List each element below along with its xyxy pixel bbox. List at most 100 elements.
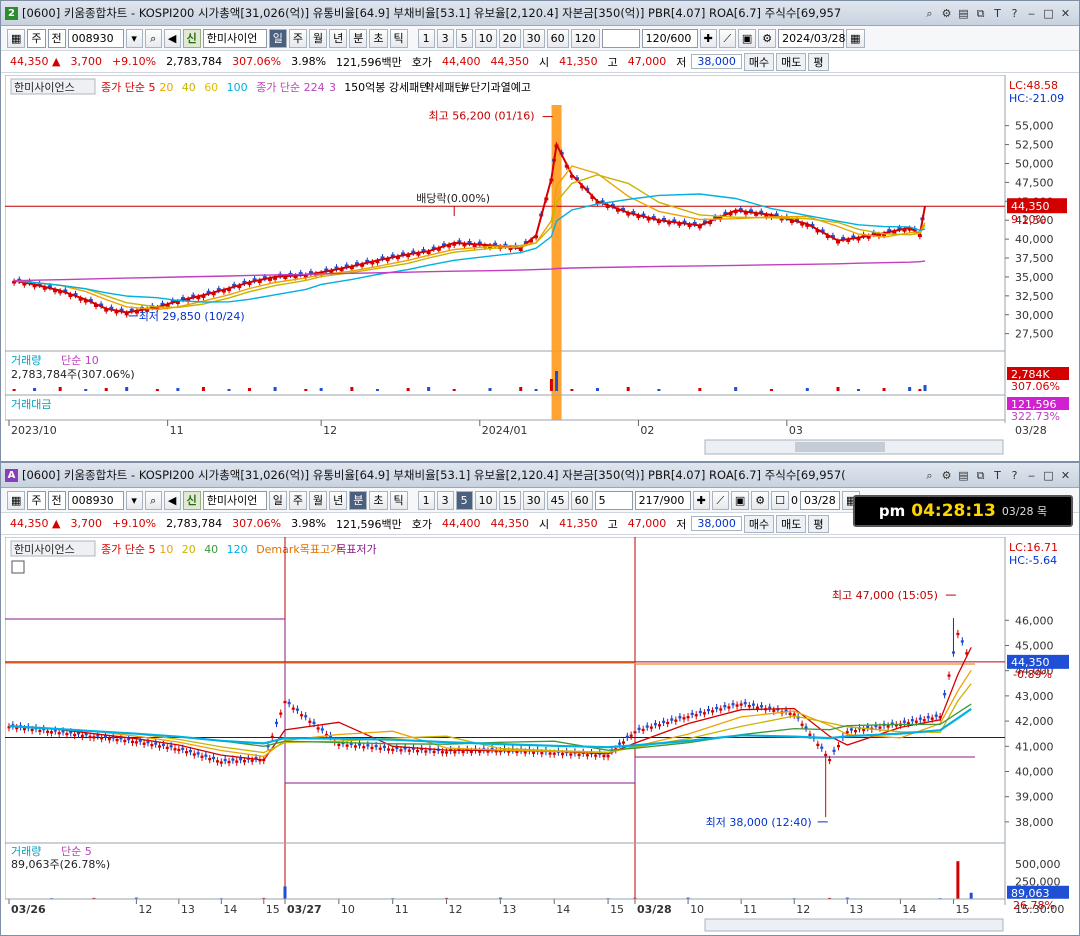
bid-price: 44,350 <box>490 55 530 68</box>
search-icon[interactable]: ⌕ <box>922 468 937 483</box>
gear-icon[interactable]: ⚙ <box>758 28 777 48</box>
candle-body <box>291 707 295 710</box>
period-month-button[interactable]: 월 <box>309 490 328 510</box>
interval-button[interactable]: 5 <box>455 490 473 510</box>
scrollbar[interactable] <box>704 918 1004 932</box>
candle-body <box>922 719 926 722</box>
close-icon[interactable]: ✕ <box>1058 6 1073 21</box>
checkbox[interactable]: ☐ <box>771 490 790 510</box>
search-icon[interactable]: ⌕ <box>144 28 162 48</box>
period-week-button[interactable]: 주 <box>288 490 308 510</box>
interval-button[interactable]: 10 <box>474 28 497 48</box>
date-input[interactable]: 2024/03/28 <box>778 28 846 48</box>
toolbar-grid-icon[interactable]: ▦ <box>7 490 26 510</box>
code-dropdown-icon[interactable]: ▾ <box>125 28 143 48</box>
maximize-icon[interactable]: □ <box>1041 6 1056 21</box>
maximize-icon[interactable]: □ <box>1041 468 1056 483</box>
minimize-icon[interactable]: ‒ <box>1024 468 1039 483</box>
tool-icon[interactable]: ✚ <box>699 28 717 48</box>
daily-candlestick-chart[interactable]: 한미사이언스 종가 단순 5 20 40 60 100 종가 단순 224 3 150억봉 강세… <box>5 75 1073 460</box>
period-year-button[interactable]: 년 <box>329 490 348 510</box>
copy-icon[interactable]: ⧉ <box>973 468 988 483</box>
font-icon[interactable]: T <box>990 468 1005 483</box>
stock-code-input[interactable]: 008930 <box>67 490 124 510</box>
interval-button[interactable]: 15 <box>498 490 521 510</box>
period-year-button[interactable]: 년 <box>329 28 348 48</box>
trend-icon[interactable]: ⟋ <box>718 28 736 48</box>
bar-count-input[interactable]: 120/600 <box>641 28 698 48</box>
period-minute-button[interactable]: 분 <box>349 28 368 48</box>
eval-button[interactable]: 평 <box>808 52 829 71</box>
interval-button[interactable]: 60 <box>546 28 569 48</box>
interval-button[interactable]: 120 <box>570 28 600 48</box>
speaker-icon[interactable]: ◀ <box>163 490 181 510</box>
interval-button[interactable]: 5 <box>455 28 473 48</box>
bar-count-input[interactable]: 217/900 <box>634 490 691 510</box>
interval-custom-input[interactable] <box>601 28 640 48</box>
price-type-select[interactable]: 전 <box>47 490 66 510</box>
interval-button[interactable]: 30 <box>522 490 545 510</box>
tool-icon[interactable]: ✚ <box>692 490 710 510</box>
save-icon[interactable]: ▣ <box>730 490 750 510</box>
interval-custom-input[interactable]: 5 <box>594 490 633 510</box>
interval-button[interactable]: 30 <box>522 28 545 48</box>
search-icon[interactable]: ⌕ <box>144 490 162 510</box>
minute-candlestick-chart[interactable]: 한미사이언스 종가 단순 5 10 20 40 120 Demark목표고가목표저가 LC:1… <box>5 537 1073 935</box>
open-price: 41,350 <box>559 55 598 68</box>
price-type-select[interactable]: 전 <box>47 28 66 48</box>
date-input[interactable]: 03/28 <box>800 490 841 510</box>
buy-button[interactable]: 매수 <box>743 514 775 533</box>
trend-icon[interactable]: ⟋ <box>711 490 729 510</box>
scroll-thumb[interactable] <box>795 442 885 452</box>
minimize-icon[interactable]: ‒ <box>1024 6 1039 21</box>
period-week-button[interactable]: 주 <box>288 28 308 48</box>
stock-code-input[interactable]: 008930 <box>67 28 124 48</box>
interval-button[interactable]: 3 <box>436 490 454 510</box>
volume-bar <box>908 387 912 391</box>
code-dropdown-icon[interactable]: ▾ <box>125 490 143 510</box>
candle-body <box>387 748 391 751</box>
period-day-button[interactable]: 일 <box>268 490 287 510</box>
price-change-pct: +9.10% <box>111 517 157 530</box>
help-icon[interactable]: ? <box>1007 468 1022 483</box>
trade-value: 121,596백만 <box>336 517 402 531</box>
period-minute-button[interactable]: 분 <box>349 490 368 510</box>
save-icon[interactable]: ▣ <box>737 28 757 48</box>
buy-button[interactable]: 매수 <box>743 52 775 71</box>
sell-button[interactable]: 매도 <box>776 52 807 71</box>
speaker-icon[interactable]: ◀ <box>163 28 181 48</box>
interval-button[interactable]: 1 <box>417 28 435 48</box>
interval-button[interactable]: 3 <box>436 28 454 48</box>
interval-button[interactable]: 60 <box>570 490 593 510</box>
toolbar-grid-icon[interactable]: ▦ <box>7 28 26 48</box>
interval-button[interactable]: 45 <box>546 490 569 510</box>
close-icon[interactable]: ✕ <box>1058 468 1073 483</box>
copy-icon[interactable]: ⧉ <box>973 6 988 21</box>
interval-button[interactable]: 20 <box>498 28 521 48</box>
gear-icon[interactable]: ⚙ <box>751 490 770 510</box>
market-select[interactable]: 주 <box>27 490 46 510</box>
settings-icon[interactable]: ⚙ <box>939 6 954 21</box>
period-second-button[interactable]: 초 <box>369 28 388 48</box>
settings-icon[interactable]: ⚙ <box>939 468 954 483</box>
font-icon[interactable]: T <box>990 6 1005 21</box>
sell-button[interactable]: 매도 <box>776 514 807 533</box>
layout-icon[interactable]: ▤ <box>956 468 971 483</box>
period-second-button[interactable]: 초 <box>369 490 388 510</box>
help-icon[interactable]: ? <box>1007 6 1022 21</box>
window-titlebar[interactable]: A [0600] 키움종합차트 - KOSPI200 시가총액[31,026(억… <box>1 463 1079 488</box>
candle-body <box>188 749 192 753</box>
search-icon[interactable]: ⌕ <box>922 6 937 21</box>
period-tick-button[interactable]: 틱 <box>389 490 408 510</box>
period-month-button[interactable]: 월 <box>309 28 328 48</box>
layout-icon[interactable]: ▤ <box>956 6 971 21</box>
calendar-icon[interactable]: ▦ <box>846 28 865 48</box>
period-day-button[interactable]: 일 <box>268 28 287 48</box>
interval-button[interactable]: 1 <box>417 490 435 510</box>
window-titlebar[interactable]: 2 [0600] 키움종합차트 - KOSPI200 시가총액[31,026(억… <box>1 1 1079 26</box>
market-select[interactable]: 주 <box>27 28 46 48</box>
interval-button[interactable]: 10 <box>474 490 497 510</box>
candle-body <box>154 742 158 745</box>
period-tick-button[interactable]: 틱 <box>389 28 408 48</box>
eval-button[interactable]: 평 <box>808 514 829 533</box>
